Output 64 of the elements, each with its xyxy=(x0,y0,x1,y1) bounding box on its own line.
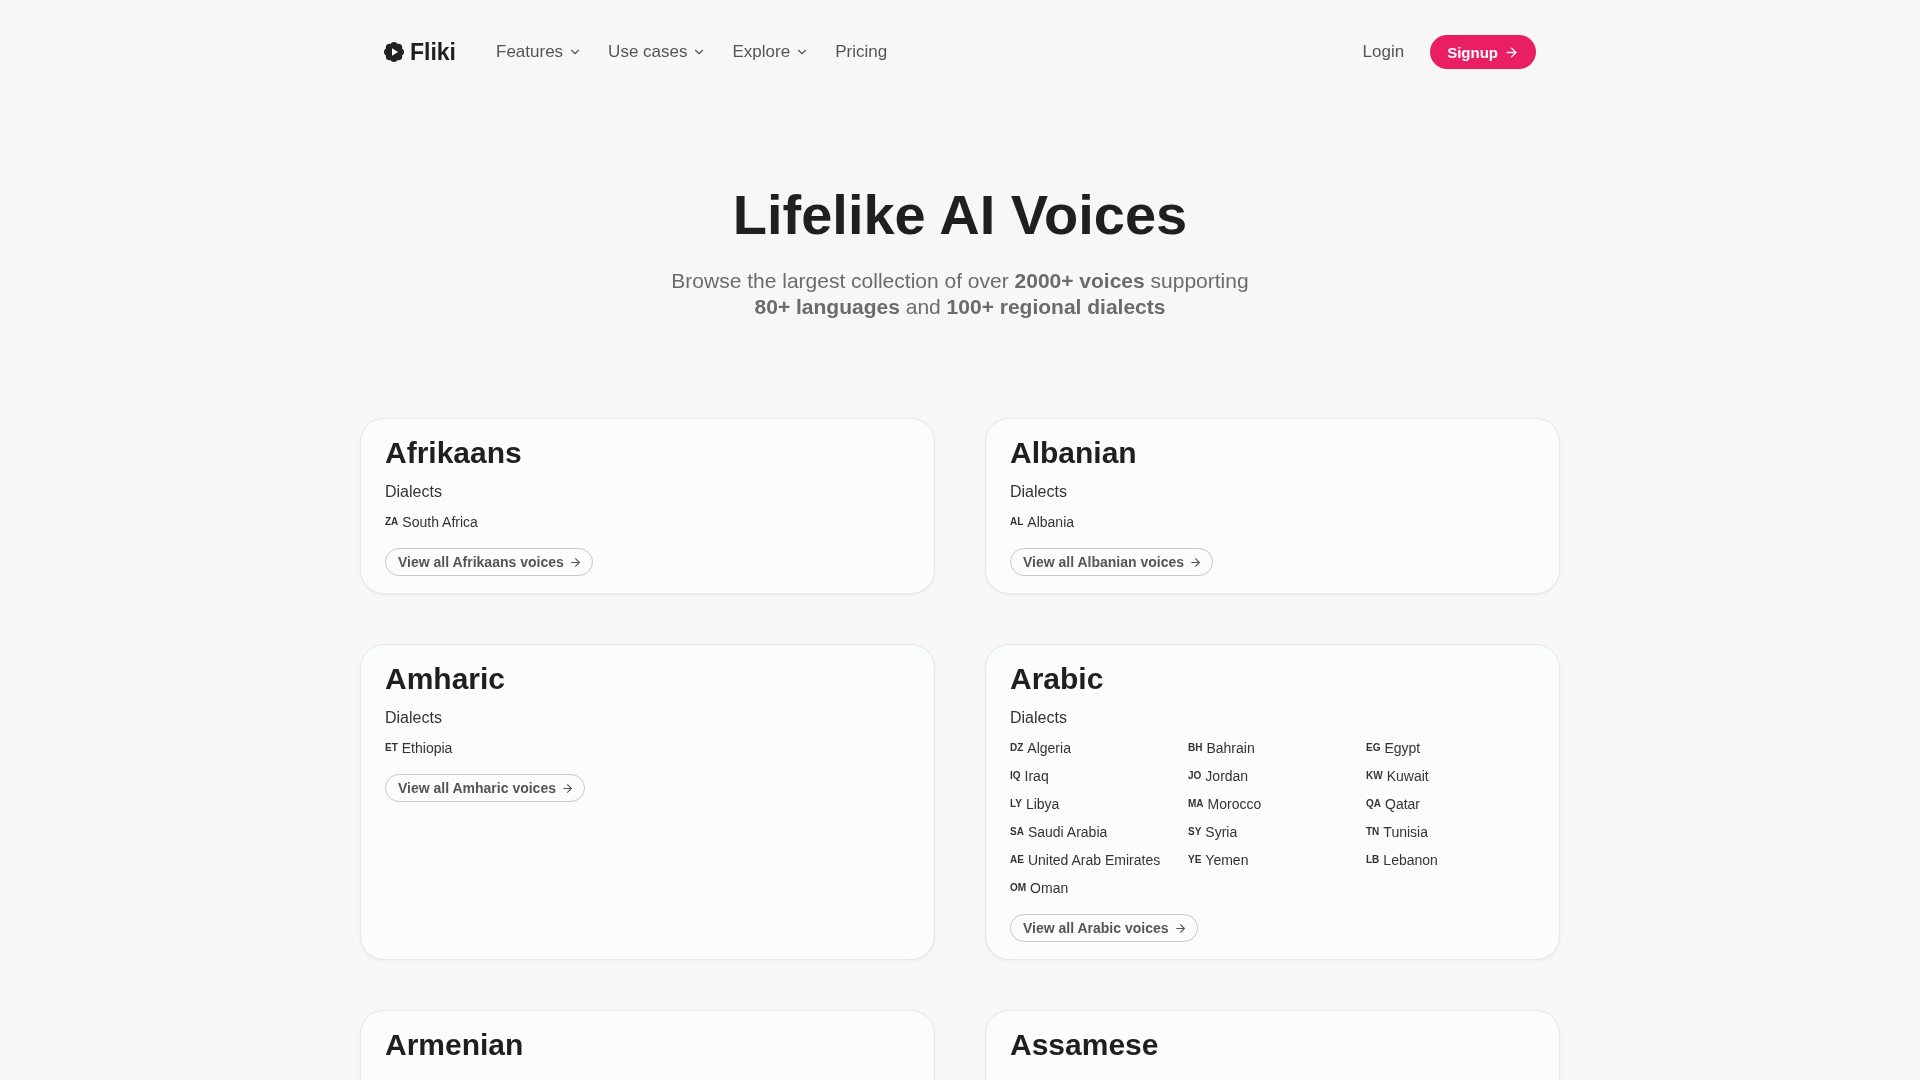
dialect-name: Oman xyxy=(1030,879,1069,898)
country-code: SY xyxy=(1188,825,1202,839)
login-link[interactable]: Login xyxy=(1362,42,1405,62)
language-title: Armenian xyxy=(385,1027,524,1063)
dialect-name: United Arab Emirates xyxy=(1027,851,1161,870)
logo-text: Fliki xyxy=(410,38,456,66)
nav-menu-item[interactable]: Use cases xyxy=(608,42,707,62)
dialects-label: Dialects xyxy=(385,482,442,502)
nav-menu-item[interactable]: Features xyxy=(496,42,583,62)
nav-menu-item[interactable]: Explore xyxy=(732,42,810,62)
dialect-name: South Africa xyxy=(402,513,478,532)
dialect-name: Libya xyxy=(1025,795,1060,814)
country-code: AE xyxy=(1010,853,1024,867)
country-code: ET xyxy=(385,741,398,755)
arrow-right-icon xyxy=(1173,921,1187,935)
nav-menu-item[interactable]: Pricing xyxy=(835,42,888,62)
dialects-label: Dialects xyxy=(1010,482,1067,502)
country-code: KW xyxy=(1366,769,1383,783)
language-title: Albanian xyxy=(1010,435,1137,471)
dialect-name: Yemen xyxy=(1205,851,1249,870)
dialect-name: Lebanon xyxy=(1383,851,1438,870)
country-code: AL xyxy=(1010,515,1024,529)
arrow-right-icon xyxy=(1189,555,1203,569)
dialect-name: Syria xyxy=(1205,823,1238,842)
country-code: SA xyxy=(1010,825,1024,839)
signup-button[interactable]: Signup xyxy=(1430,35,1536,69)
country-code: MA xyxy=(1188,797,1204,811)
country-code: EG xyxy=(1366,741,1381,755)
country-code: ZA xyxy=(385,515,399,529)
dialect-name: Kuwait xyxy=(1386,767,1429,786)
country-code: YE xyxy=(1188,853,1202,867)
dialect-name: Iraq xyxy=(1024,767,1049,786)
country-code: JO xyxy=(1188,769,1202,783)
country-code: QA xyxy=(1366,797,1381,811)
arrow-right-icon xyxy=(568,555,582,569)
dialect-name: Saudi Arabia xyxy=(1027,823,1108,842)
logo-link[interactable]: Fliki xyxy=(384,38,456,66)
dialect-name: Algeria xyxy=(1027,739,1071,758)
dialect-name: Tunisia xyxy=(1383,823,1428,842)
page-subtitle: Browse the largest collection of over 2000+ voices supporting 80+ languages and 100+ regional dialects xyxy=(670,268,1250,320)
dialects-label: Dialects xyxy=(385,708,442,728)
arrow-right-icon xyxy=(1504,44,1519,60)
dialect-name: Ethiopia xyxy=(401,739,453,758)
country-code: DZ xyxy=(1010,741,1024,755)
dialect-name: Bahrain xyxy=(1206,739,1255,758)
page-title: Lifelike AI Voices xyxy=(732,182,1188,248)
country-code: OM xyxy=(1010,881,1027,895)
country-code: LB xyxy=(1366,853,1380,867)
country-code: IQ xyxy=(1010,769,1021,783)
dialect-name: Qatar xyxy=(1385,795,1420,814)
country-code: BH xyxy=(1188,741,1203,755)
country-code: LY xyxy=(1010,797,1022,811)
dialect-name: Egypt xyxy=(1384,739,1421,758)
dialect-name: Albania xyxy=(1027,513,1075,532)
dialects-label: Dialects xyxy=(1010,708,1067,728)
arrow-right-icon xyxy=(561,781,574,795)
language-title: Assamese xyxy=(1010,1027,1159,1063)
language-title: Amharic xyxy=(385,661,506,697)
badge-play-icon xyxy=(384,42,404,62)
language-title: Afrikaans xyxy=(385,435,522,471)
country-code: TN xyxy=(1366,825,1380,839)
dialect-name: Morocco xyxy=(1207,795,1262,814)
dialect-name: Jordan xyxy=(1205,767,1249,786)
language-title: Arabic xyxy=(1010,661,1104,697)
